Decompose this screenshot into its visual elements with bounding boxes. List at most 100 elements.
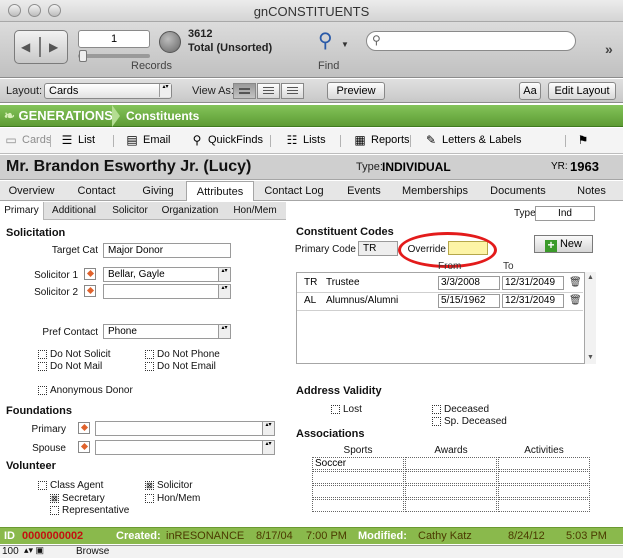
- associations-cell-awards[interactable]: [405, 457, 497, 470]
- next-record-icon[interactable]: ▶: [49, 40, 58, 54]
- code-row-from-date[interactable]: 5/15/1962: [438, 294, 500, 308]
- solicitor2-select[interactable]: [103, 284, 231, 299]
- solicitor2-lookup-icon[interactable]: [84, 285, 96, 297]
- tab-events[interactable]: Events: [334, 181, 394, 201]
- scroll-down-icon[interactable]: ▼: [587, 354, 594, 361]
- record-number-field[interactable]: 1: [78, 30, 150, 48]
- new-code-button[interactable]: + New: [534, 235, 593, 253]
- code-row-from-date[interactable]: 3/3/2008: [438, 276, 500, 290]
- foundation-spouse-lookup-icon[interactable]: [78, 441, 90, 453]
- foundation-primary-lookup-icon[interactable]: [78, 422, 90, 434]
- deceased-checkbox[interactable]: [432, 405, 441, 414]
- quick-find-search-input[interactable]: [366, 31, 576, 51]
- associations-cell-activities[interactable]: [498, 471, 590, 484]
- tab-contact-log[interactable]: Contact Log: [254, 181, 334, 201]
- window-titlebar: gnCONSTITUENTS: [0, 0, 623, 22]
- anonymous-donor-checkbox[interactable]: [38, 386, 47, 395]
- code-row-to-date[interactable]: 12/31/2049: [502, 276, 564, 290]
- associations-cell-awards[interactable]: [405, 485, 497, 498]
- code-row-description: Alumnus/Alumni: [326, 295, 399, 306]
- subtab-solicitor[interactable]: Solicitor: [104, 202, 156, 220]
- subtab-additional[interactable]: Additional: [44, 202, 104, 220]
- module-gift-button[interactable]: ⚑: [576, 133, 594, 147]
- subtab-organization[interactable]: Organization: [156, 202, 224, 220]
- preview-button[interactable]: Preview: [327, 82, 385, 100]
- module-list-button[interactable]: ☰ List: [60, 133, 96, 147]
- codes-scrollbar[interactable]: ▲ ▼: [584, 272, 596, 364]
- subtab-primary[interactable]: Primary: [0, 202, 44, 220]
- trash-icon[interactable]: 🗑: [569, 295, 582, 306]
- associations-cell-activities[interactable]: [498, 485, 590, 498]
- tab-overview[interactable]: Overview: [0, 181, 63, 201]
- associations-cell-sports[interactable]: [312, 499, 404, 512]
- secretary-checkbox[interactable]: ⊠: [50, 494, 59, 503]
- tab-documents[interactable]: Documents: [476, 181, 560, 201]
- solicitor1-label: Solicitor 1: [34, 270, 78, 281]
- associations-cell-awards[interactable]: [405, 499, 497, 512]
- lost-label: Lost: [343, 404, 362, 415]
- module-label: Email: [143, 134, 171, 146]
- solicitor1-lookup-icon[interactable]: [84, 268, 96, 280]
- record-slider-thumb[interactable]: [79, 50, 87, 62]
- representative-checkbox[interactable]: [50, 506, 59, 515]
- module-quickfinds-button[interactable]: ⚲ QuickFinds: [190, 133, 263, 147]
- breadcrumb-constituents[interactable]: Constituents: [126, 109, 199, 123]
- zoom-level[interactable]: 100: [2, 546, 19, 557]
- do-not-mail-checkbox[interactable]: [38, 362, 47, 371]
- associations-cell-activities[interactable]: [498, 499, 590, 512]
- previous-record-icon[interactable]: ◀: [21, 40, 30, 54]
- record-book-icon[interactable]: ◀ ▶: [14, 30, 68, 64]
- sp-deceased-checkbox[interactable]: [432, 417, 441, 426]
- foundation-primary-select[interactable]: [95, 421, 275, 436]
- module-email-button[interactable]: ▤ Email: [125, 133, 171, 147]
- pref-contact-select[interactable]: Phone: [103, 324, 231, 339]
- view-as-table-button[interactable]: [281, 83, 304, 99]
- zoom-icons[interactable]: ▴▾ ▣: [24, 545, 44, 556]
- type-field[interactable]: Ind: [535, 206, 595, 221]
- associations-cell-awards[interactable]: [405, 471, 497, 484]
- tab-notes[interactable]: Notes: [560, 181, 623, 201]
- code-row-to-date[interactable]: 12/31/2049: [502, 294, 564, 308]
- text-formatting-button[interactable]: Aa: [519, 82, 541, 100]
- edit-layout-button[interactable]: Edit Layout: [548, 82, 616, 100]
- record-slider[interactable]: [78, 54, 150, 58]
- associations-cell-sports[interactable]: Soccer: [312, 457, 404, 470]
- solicitor1-select[interactable]: Bellar, Gayle: [103, 267, 231, 282]
- class-agent-checkbox[interactable]: [38, 481, 47, 490]
- module-label: QuickFinds: [208, 134, 264, 146]
- module-cards-button[interactable]: ▭ Cards: [4, 133, 51, 147]
- layout-select[interactable]: Cards: [44, 83, 172, 99]
- primary-code-field[interactable]: TR: [358, 241, 398, 256]
- representative-label: Representative: [62, 505, 130, 516]
- toolbar-overflow-chevron-icon[interactable]: »: [605, 41, 613, 57]
- associations-cell-activities[interactable]: [498, 457, 590, 470]
- subtab-hon-mem[interactable]: Hon/Mem: [224, 202, 286, 220]
- view-as-form-button[interactable]: [233, 83, 256, 99]
- do-not-phone-checkbox[interactable]: [145, 350, 154, 359]
- tab-giving[interactable]: Giving: [130, 181, 186, 201]
- target-cat-field[interactable]: Major Donor: [103, 243, 231, 258]
- module-letters-labels-button[interactable]: ✎ Letters & Labels: [424, 133, 522, 147]
- view-as-list-button[interactable]: [257, 83, 280, 99]
- scroll-up-icon[interactable]: ▲: [587, 274, 594, 281]
- generations-logo[interactable]: ❧ GENERATIONS: [4, 108, 113, 124]
- associations-cell-sports[interactable]: [312, 471, 404, 484]
- lost-checkbox[interactable]: [331, 405, 340, 414]
- module-reports-button[interactable]: ▦ Reports: [353, 133, 409, 147]
- tab-memberships[interactable]: Memberships: [394, 181, 476, 201]
- find-caret-icon[interactable]: ▼: [341, 40, 349, 49]
- find-icon[interactable]: ⚲: [318, 28, 333, 53]
- solicitor-checkbox[interactable]: ⊠: [145, 481, 154, 490]
- foundation-spouse-select[interactable]: [95, 440, 275, 455]
- trash-icon[interactable]: 🗑: [569, 277, 582, 288]
- do-not-solicit-checkbox[interactable]: [38, 350, 47, 359]
- do-not-email-checkbox[interactable]: [145, 362, 154, 371]
- modified-time: 5:03 PM: [566, 530, 607, 542]
- associations-cell-sports[interactable]: [312, 485, 404, 498]
- hon-mem-checkbox[interactable]: [145, 494, 154, 503]
- tab-contact[interactable]: Contact: [63, 181, 130, 201]
- deceased-label: Deceased: [444, 404, 490, 415]
- window-status-bar: 100 ▴▾ ▣ Browse: [0, 545, 623, 558]
- tab-attributes[interactable]: Attributes: [186, 181, 254, 201]
- module-lists-button[interactable]: ☷ Lists: [285, 133, 326, 147]
